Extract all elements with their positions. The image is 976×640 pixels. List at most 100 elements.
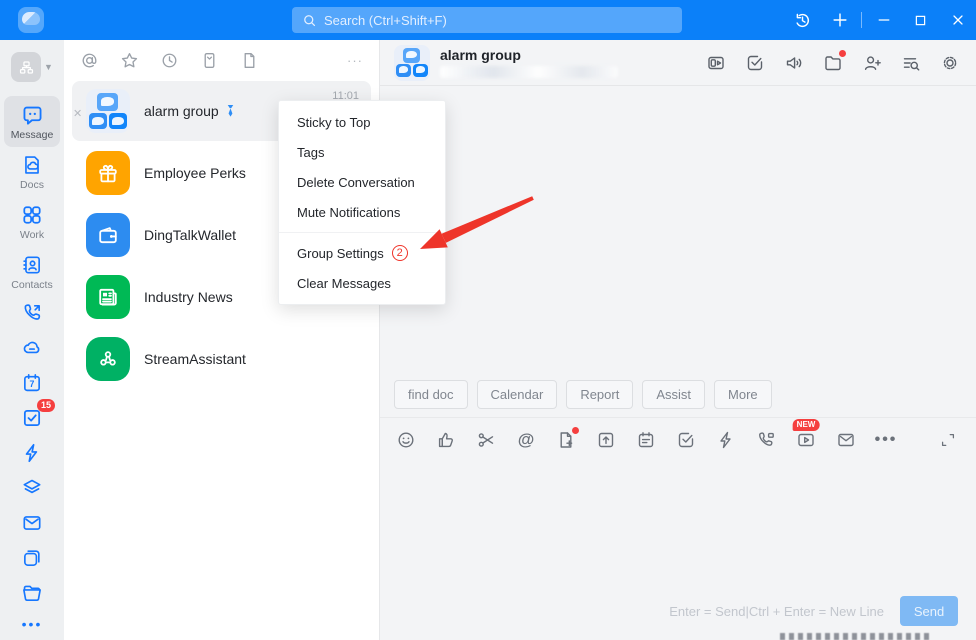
annotation-step-2: 2 bbox=[392, 245, 408, 261]
mini-apps-icon[interactable] bbox=[20, 546, 44, 570]
group-avatar bbox=[86, 89, 130, 133]
file-icon[interactable] bbox=[240, 51, 259, 70]
rail-label: Docs bbox=[20, 179, 44, 191]
stream-icon bbox=[86, 337, 130, 381]
rail-label: Contacts bbox=[11, 279, 52, 291]
more-button[interactable]: More bbox=[714, 380, 772, 409]
message-area[interactable] bbox=[380, 86, 976, 378]
notification-dot bbox=[839, 50, 846, 57]
phone-sync-icon[interactable] bbox=[200, 51, 219, 70]
dingtalk-window: Search (Ctrl+Shift+F) bbox=[0, 0, 976, 640]
conversation-name: Employee Perks bbox=[144, 165, 246, 181]
conversation-streamassistant[interactable]: StreamAssistant bbox=[72, 329, 371, 389]
conversation-name: StreamAssistant bbox=[144, 351, 246, 367]
phone-call-icon[interactable] bbox=[20, 301, 44, 325]
dingtalk-logo bbox=[18, 7, 44, 33]
settings-icon[interactable] bbox=[940, 53, 960, 73]
quick-buttons: find doc Calendar Report Assist More bbox=[380, 378, 976, 417]
rail-item-docs[interactable]: Docs bbox=[4, 147, 60, 197]
ding-platform-icon[interactable] bbox=[20, 476, 44, 500]
rail-item-message[interactable]: Message bbox=[4, 96, 60, 147]
quick-action-icon[interactable] bbox=[716, 430, 736, 450]
cloud-drive-icon[interactable] bbox=[20, 336, 44, 360]
recent-icon[interactable] bbox=[160, 51, 179, 70]
conversation-list-more-icon[interactable]: ··· bbox=[347, 53, 363, 68]
menu-item-group-settings[interactable]: Group Settings 2 bbox=[279, 238, 445, 268]
chat-title: alarm group bbox=[440, 47, 618, 63]
docs-icon bbox=[21, 154, 43, 176]
chevron-down-icon: ▼ bbox=[44, 62, 53, 72]
mention-icon[interactable]: @ bbox=[516, 430, 536, 450]
announcement-icon[interactable] bbox=[784, 53, 804, 73]
call-icon[interactable] bbox=[756, 430, 776, 450]
add-member-icon[interactable] bbox=[862, 53, 882, 73]
expand-icon[interactable] bbox=[938, 430, 958, 450]
like-icon[interactable] bbox=[436, 430, 456, 450]
menu-item-delete-conversation[interactable]: Delete Conversation bbox=[279, 167, 445, 197]
window-actions bbox=[784, 0, 976, 40]
close-conversation-icon[interactable]: ✕ bbox=[73, 107, 82, 120]
rail-label: Work bbox=[20, 229, 44, 241]
menu-item-tags[interactable]: Tags bbox=[279, 137, 445, 167]
menu-item-sticky-to-top[interactable]: Sticky to Top bbox=[279, 107, 445, 137]
rail-more-icon[interactable]: ••• bbox=[22, 616, 43, 632]
search-messages-icon[interactable] bbox=[901, 53, 921, 73]
titlebar: Search (Ctrl+Shift+F) bbox=[0, 0, 976, 40]
wallet-icon bbox=[86, 213, 130, 257]
calendar-button[interactable]: Calendar bbox=[477, 380, 558, 409]
conversation-list-toolbar: ··· bbox=[64, 40, 379, 79]
message-input[interactable] bbox=[380, 462, 976, 596]
workspace-avatar bbox=[11, 52, 41, 82]
calendar-icon[interactable]: 7 bbox=[20, 371, 44, 395]
emoji-icon[interactable] bbox=[396, 430, 416, 450]
schedule-icon[interactable] bbox=[636, 430, 656, 450]
rail-label: Message bbox=[11, 129, 54, 141]
titlebar-divider bbox=[861, 12, 862, 28]
news-icon bbox=[86, 275, 130, 319]
workspace-switcher[interactable]: ▼ bbox=[11, 52, 53, 82]
history-icon[interactable] bbox=[784, 0, 821, 40]
mention-icon[interactable] bbox=[80, 51, 99, 70]
mail-icon[interactable] bbox=[20, 511, 44, 535]
send-file-icon[interactable] bbox=[596, 430, 616, 450]
video-icon[interactable]: NEW bbox=[796, 430, 816, 450]
new-chat-icon[interactable] bbox=[821, 0, 858, 40]
menu-divider bbox=[279, 232, 445, 233]
find-doc-button[interactable]: find doc bbox=[394, 380, 468, 409]
send-button[interactable]: Send bbox=[900, 596, 958, 626]
composer-more-icon[interactable]: ••• bbox=[876, 430, 896, 450]
folder-icon[interactable] bbox=[20, 581, 44, 605]
clipped-watermark bbox=[780, 633, 932, 640]
menu-item-mute-notifications[interactable]: Mute Notifications bbox=[279, 197, 445, 227]
conversation-name: DingTalkWallet bbox=[144, 227, 236, 243]
message-icon bbox=[21, 103, 44, 126]
rail-item-contacts[interactable]: Contacts bbox=[4, 247, 60, 297]
mail-icon[interactable] bbox=[836, 430, 856, 450]
screenshot-icon[interactable] bbox=[476, 430, 496, 450]
organization-tie-icon bbox=[225, 104, 236, 118]
composer-toolbar: @ bbox=[380, 417, 976, 462]
search-icon bbox=[302, 13, 317, 28]
work-icon bbox=[21, 204, 43, 226]
report-button[interactable]: Report bbox=[566, 380, 633, 409]
menu-item-clear-messages[interactable]: Clear Messages bbox=[279, 268, 445, 298]
chat-panel: alarm group bbox=[380, 40, 976, 640]
video-meeting-icon[interactable] bbox=[706, 53, 726, 73]
starred-icon[interactable] bbox=[120, 51, 139, 70]
svg-text:7: 7 bbox=[30, 379, 35, 389]
new-doc-icon[interactable] bbox=[556, 430, 576, 450]
global-search-input[interactable]: Search (Ctrl+Shift+F) bbox=[292, 7, 682, 33]
minimize-icon[interactable] bbox=[865, 0, 902, 40]
flash-icon[interactable] bbox=[20, 441, 44, 465]
task-check-icon[interactable] bbox=[745, 53, 765, 73]
close-icon[interactable] bbox=[939, 0, 976, 40]
maximize-icon[interactable] bbox=[902, 0, 939, 40]
task-check-icon[interactable] bbox=[676, 430, 696, 450]
group-files-icon[interactable] bbox=[823, 53, 843, 73]
group-avatar[interactable] bbox=[394, 45, 430, 81]
notification-dot bbox=[572, 427, 579, 434]
rail-item-work[interactable]: Work bbox=[4, 197, 60, 247]
todo-icon[interactable]: 15 bbox=[20, 406, 44, 430]
assist-button[interactable]: Assist bbox=[642, 380, 705, 409]
input-hint: Enter = Send|Ctrl + Enter = New Line bbox=[669, 604, 884, 619]
